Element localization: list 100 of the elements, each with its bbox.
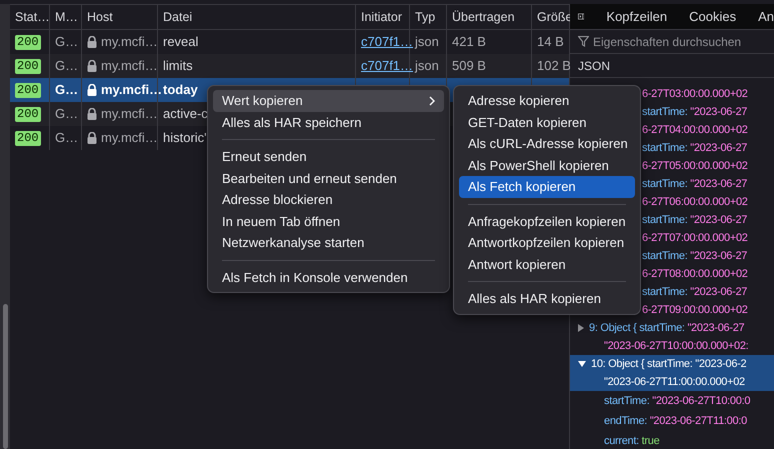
json-value: "2023-06-27T11:00:0 [650,414,747,429]
status-badge: 200 [15,106,41,122]
json-value: 6-27T08:00:00.000+02 [642,266,748,282]
column-header[interactable]: Datei [163,8,192,26]
json-value: "2023-06-27 [690,104,748,120]
json-value: 6-27T07:00:00.000+02 [642,230,748,246]
menu-item[interactable]: Alles als HAR speichern [213,112,444,133]
expand-arrow-icon[interactable] [578,324,584,332]
json-value: "2023-06-2 [695,356,746,372]
json-value: "2023-06-27T11:00:00.000+02 [604,374,745,390]
filter-field[interactable]: Eigenschaften durchsuchen [593,32,763,50]
file-text: reveal [163,33,198,52]
json-key: 9: Object { startTime: [589,320,688,336]
file-text: today [163,81,198,100]
menu-item[interactable]: Bearbeiten und erneut senden [213,168,444,189]
host-text: my.mcfi… [101,57,158,76]
status-badge: 200 [15,130,41,146]
json-key: startTime: [642,176,690,192]
json-key: startTime: [642,140,690,156]
status-badge: 200 [15,34,41,50]
lock-icon [87,132,97,144]
json-value: "2023-06-27 [690,284,748,300]
host-text: my.mcfi… [101,105,158,124]
json-value: "2023-06-27 [690,176,748,192]
json-row[interactable]: 10: Object { startTime: "2023-06-2 [570,355,774,373]
json-value: 6-27T05:00:00.000+02 [642,158,748,174]
menu-item[interactable]: Als Fetch in Konsole verwenden [213,266,444,288]
status-badge: 200 [15,58,41,74]
menu-item[interactable]: Als Fetch kopieren [459,176,635,198]
file-text: active-c [163,105,208,124]
menu-item[interactable]: Antwort kopieren [459,254,635,275]
column-header[interactable]: Stat… [15,8,50,26]
scrollbar-thumb[interactable] [3,304,8,449]
json-value: 6-27T04:00:00.000+02 [642,122,748,138]
menu-item[interactable]: Anfragekopfzeilen kopieren [459,210,635,232]
menu-item[interactable]: Erneut senden [213,146,444,168]
json-value: true [642,434,660,449]
json-value: "2023-06-27 [690,248,748,264]
size-text: 14 B [537,33,564,52]
json-key: startTime: [642,104,690,120]
status-badge: 200 [15,82,41,98]
file-text: historic' [163,129,207,148]
json-key: startTime: [604,392,652,410]
json-key: startTime: [642,284,690,300]
column-header[interactable]: M… [55,8,78,26]
initiator-link[interactable]: c707f1… [361,32,414,52]
column-header[interactable]: Host [87,8,113,26]
host-text: my.mcfi… [101,81,162,100]
json-key: endTime: [604,412,650,430]
json-value: 6-27T06:00:00.000+02 [642,194,748,210]
menu-item[interactable]: Netzwerkanalyse starten [213,232,444,254]
method-text: G… [55,33,78,52]
json-value: "2023-06-27 [687,320,744,336]
menu-item[interactable]: Adresse blockieren [213,189,444,210]
menu-item[interactable]: GET-Daten kopieren [459,112,635,133]
method-text: G… [55,57,78,76]
transferred-text: 421 B [452,33,486,52]
column-header[interactable]: Initiator [361,8,402,26]
host-text: my.mcfi… [101,33,158,52]
lock-icon [87,36,97,48]
json-key: startTime: [642,212,690,228]
lock-icon [87,60,97,72]
json-value: "2023-06-27 [690,212,748,228]
type-text: json [415,33,439,52]
initiator-link[interactable]: c707f1… [361,56,414,76]
json-row[interactable]: 9: Object { startTime: "2023-06-27 [570,319,774,337]
json-key: startTime: [642,248,690,264]
transferred-text: 509 B [452,57,486,76]
lock-icon [87,84,97,96]
menu-item[interactable]: In neuem Tab öffnen [213,210,444,232]
file-text: limits [163,57,193,76]
json-value: "2023-06-27T10:00:00.000+02: [604,338,748,354]
menu-item[interactable]: Antwortkopfzeilen kopieren [459,232,635,254]
size-text: 102 B [537,57,571,76]
panel-tab[interactable]: Kopfzeilen [606,6,668,26]
json-value: "2023-06-27 [690,140,748,156]
chevron-right-icon [429,96,435,106]
column-header[interactable]: Übertragen [452,8,515,26]
menu-item[interactable]: Wert kopieren [213,90,444,112]
method-text: G… [55,129,78,148]
menu-item[interactable]: Als cURL-Adresse kopieren [459,133,635,154]
json-value: 6-27T03:00:00.000+02 [642,86,748,102]
request-row[interactable]: 200 G… my.mcfi… limits c707f1…json 509 B 102 B [10,54,569,78]
method-text: G… [55,105,78,124]
menu-item[interactable]: Adresse kopieren [459,90,635,112]
section-label: JSON [578,58,610,74]
method-text: G… [55,81,78,100]
json-key: 10: Object { startTime: [591,356,696,372]
menu-item[interactable]: Alles als HAR kopieren [459,288,635,310]
menu-item[interactable]: Als PowerShell kopieren [459,154,635,176]
host-text: my.mcfi… [101,129,158,148]
column-header[interactable]: Typ [415,8,436,26]
panel-tab[interactable]: Cookies [689,6,736,26]
type-text: json [415,57,439,76]
json-key: current: [604,432,642,449]
filter-icon [578,36,589,47]
json-value: "2023-06-27T10:00:0 [652,394,750,409]
json-value: 6-27T09:00:00.000+02 [642,302,748,318]
lock-icon [87,108,97,120]
panel-tab[interactable]: An [758,6,774,26]
